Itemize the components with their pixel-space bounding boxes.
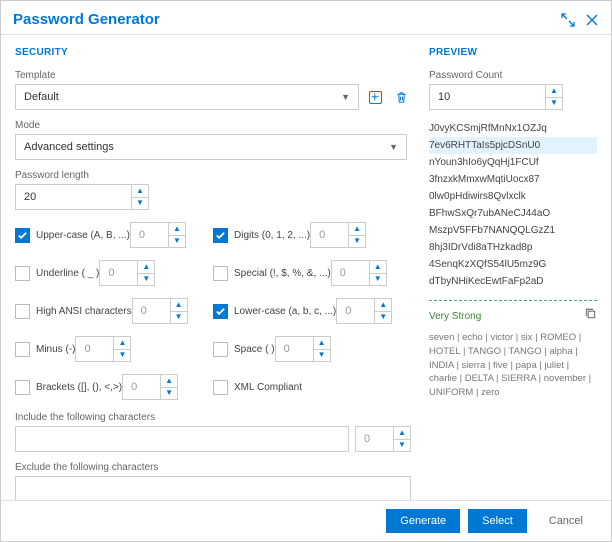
special-count-down[interactable]: ▼: [370, 274, 386, 286]
select-button[interactable]: Select: [468, 509, 527, 533]
space-count-down[interactable]: ▼: [314, 350, 330, 362]
include-count[interactable]: [355, 426, 393, 452]
mode-select[interactable]: Advanced settings ▼: [15, 134, 407, 160]
lowercase-count-up[interactable]: ▲: [375, 299, 391, 312]
include-count-down[interactable]: ▼: [394, 440, 410, 452]
special-count-up[interactable]: ▲: [370, 261, 386, 274]
lowercase-count-down[interactable]: ▼: [375, 312, 391, 324]
password-item[interactable]: MszpV5FFb7NANQQLGzZ1: [429, 222, 597, 239]
checkbox-uppercase[interactable]: [15, 228, 30, 243]
include-label: Include the following characters: [15, 412, 411, 423]
count-label: Password Count: [429, 70, 597, 81]
space-count[interactable]: [275, 336, 313, 362]
option-label-underline: Underline ( _ ): [36, 268, 99, 279]
minus-count-down[interactable]: ▼: [114, 350, 130, 362]
length-up[interactable]: ▲: [132, 185, 148, 198]
checkbox-minus[interactable]: [15, 342, 30, 357]
special-count[interactable]: [331, 260, 369, 286]
password-item[interactable]: dTbyNHiKecEwtFaFp2aD: [429, 273, 597, 290]
underline-count[interactable]: [99, 260, 137, 286]
password-item[interactable]: 7ev6RHTTaIs5pjcDSnU0: [429, 137, 597, 154]
highansi-count-up[interactable]: ▲: [171, 299, 187, 312]
underline-count-down[interactable]: ▼: [138, 274, 154, 286]
preview-heading: PREVIEW: [429, 47, 597, 58]
password-item[interactable]: 8hj3IDrVdi8aTHzkad8p: [429, 239, 597, 256]
include-input[interactable]: [15, 426, 349, 452]
highansi-count[interactable]: [132, 298, 170, 324]
length-label: Password length: [15, 170, 411, 181]
option-label-minus: Minus (-): [36, 344, 75, 355]
option-label-space: Space ( ): [234, 344, 275, 355]
length-down[interactable]: ▼: [132, 198, 148, 210]
option-label-brackets: Brackets ([], (), <,>): [36, 382, 122, 393]
password-item[interactable]: J0vyKCSmjRfMnNx1OZJq: [429, 120, 597, 137]
phonetic-text: seven | echo | victor | six | ROMEO | HO…: [429, 331, 597, 400]
minus-count[interactable]: [75, 336, 113, 362]
chevron-down-icon: ▼: [389, 142, 398, 152]
checkbox-digits[interactable]: [213, 228, 228, 243]
space-count-up[interactable]: ▲: [314, 337, 330, 350]
copy-button[interactable]: [584, 307, 597, 325]
password-item[interactable]: BFhwSxQr7ubANeCJ44aO: [429, 205, 597, 222]
include-count-up[interactable]: ▲: [394, 427, 410, 440]
checkbox-xml[interactable]: [213, 380, 228, 395]
brackets-count[interactable]: [122, 374, 160, 400]
brackets-count-up[interactable]: ▲: [161, 375, 177, 388]
minus-count-up[interactable]: ▲: [114, 337, 130, 350]
template-value: Default: [24, 91, 59, 103]
lowercase-count[interactable]: [336, 298, 374, 324]
checkbox-special[interactable]: [213, 266, 228, 281]
exclude-input[interactable]: [15, 476, 411, 502]
template-label: Template: [15, 70, 411, 81]
security-heading: SECURITY: [15, 47, 411, 58]
trash-icon: [395, 91, 408, 104]
copy-icon: [584, 307, 597, 320]
brackets-count-down[interactable]: ▼: [161, 388, 177, 400]
dialog-title: Password Generator: [13, 11, 160, 28]
template-select[interactable]: Default ▼: [15, 84, 359, 110]
mode-label: Mode: [15, 120, 411, 131]
option-label-xml: XML Compliant: [234, 382, 302, 393]
digits-count-up[interactable]: ▲: [349, 223, 365, 236]
plus-icon: [369, 91, 382, 104]
option-label-lowercase: Lower-case (a, b, c, ...): [234, 306, 336, 317]
uppercase-count[interactable]: [130, 222, 168, 248]
underline-count-up[interactable]: ▲: [138, 261, 154, 274]
generate-button[interactable]: Generate: [386, 509, 460, 533]
exclude-label: Exclude the following characters: [15, 462, 411, 473]
option-label-uppercase: Upper-case (A, B, ...): [36, 230, 130, 241]
password-item[interactable]: 0lw0pHdiwirs8Qvlxclk: [429, 188, 597, 205]
digits-count[interactable]: [310, 222, 348, 248]
option-label-special: Special (!, $, %, &, ...): [234, 268, 331, 279]
digits-count-down[interactable]: ▼: [349, 236, 365, 248]
strength-label: Very Strong: [429, 311, 481, 322]
password-item[interactable]: nYoun3hIo6yQqHj1FCUf: [429, 154, 597, 171]
checkbox-brackets[interactable]: [15, 380, 30, 395]
uppercase-count-down[interactable]: ▼: [169, 236, 185, 248]
checkbox-highansi[interactable]: [15, 304, 30, 319]
option-label-highansi: High ANSI characters: [36, 306, 132, 317]
uppercase-count-up[interactable]: ▲: [169, 223, 185, 236]
length-input[interactable]: [15, 184, 131, 210]
password-item[interactable]: 4SenqKzXQfS54lU5mz9G: [429, 256, 597, 273]
add-template-button[interactable]: [365, 87, 385, 107]
checkbox-underline[interactable]: [15, 266, 30, 281]
delete-template-button[interactable]: [391, 87, 411, 107]
close-icon[interactable]: [585, 13, 599, 27]
chevron-down-icon: ▼: [341, 92, 350, 102]
checkbox-space[interactable]: [213, 342, 228, 357]
maximize-icon[interactable]: [561, 13, 575, 27]
highansi-count-down[interactable]: ▼: [171, 312, 187, 324]
count-input[interactable]: [429, 84, 545, 110]
mode-value: Advanced settings: [24, 141, 114, 153]
count-up[interactable]: ▲: [546, 85, 562, 98]
checkbox-lowercase[interactable]: [213, 304, 228, 319]
cancel-button[interactable]: Cancel: [535, 509, 597, 533]
password-item[interactable]: 3fnzxkMmxwMqtiUocx87: [429, 171, 597, 188]
option-label-digits: Digits (0, 1, 2, ...): [234, 230, 310, 241]
count-down[interactable]: ▼: [546, 98, 562, 110]
